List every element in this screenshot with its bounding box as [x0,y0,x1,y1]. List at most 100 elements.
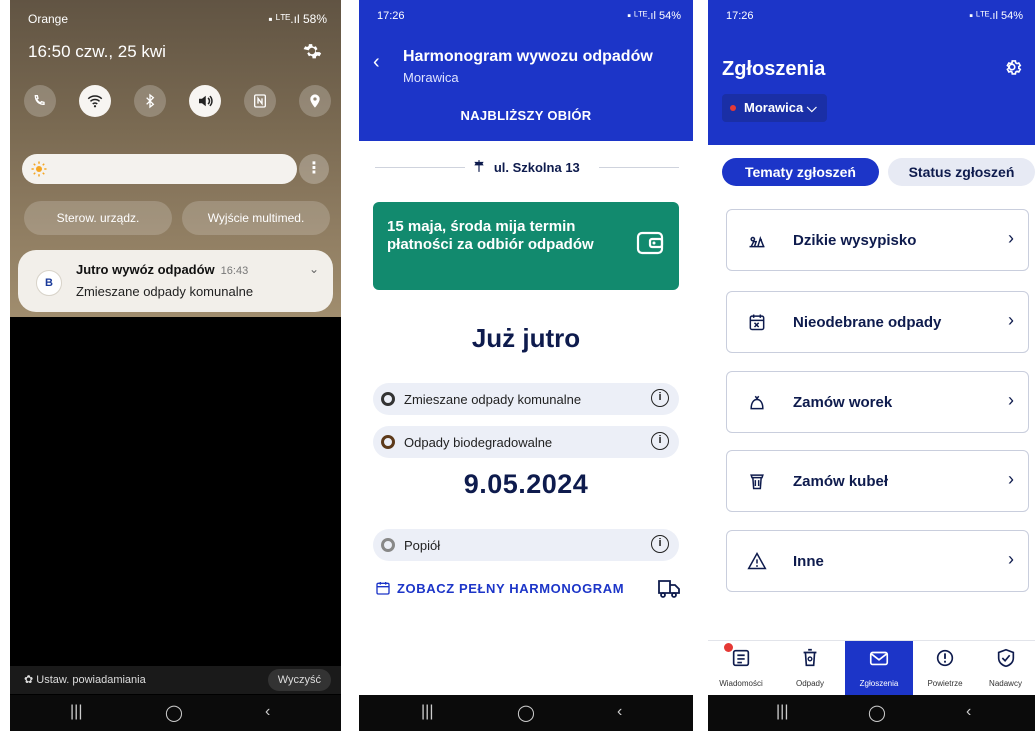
clear-button[interactable]: Wyczyść [267,669,331,691]
banner-text: 15 maja, środa mija termin płatności za … [387,218,594,253]
settings-gear-icon[interactable] [301,40,323,62]
tab-air[interactable]: Powietrze [914,641,976,696]
report-item-label: Inne [793,553,824,570]
back-icon[interactable]: ‹ [966,703,971,721]
chevron-right-icon: › [1008,549,1014,569]
shield-icon [995,647,1017,674]
status-bar: Orange ▪ ᴸᵀᴱ.ıl 58% [28,12,327,28]
settings-gear-icon[interactable] [1001,56,1023,83]
chevron-right-icon: › [1008,228,1014,248]
location-selector[interactable]: Morawica ⌵ [722,94,827,122]
report-item-label: Nieodebrane odpady [793,314,942,331]
tab-status[interactable]: Status zgłoszeń [888,158,1035,186]
recents-icon[interactable]: ||| [421,703,433,721]
address-label[interactable]: ul. Szkolna 13 [359,158,693,175]
info-icon[interactable]: i [651,389,669,407]
mail-icon [868,647,890,674]
location-label: Morawica [744,100,804,115]
waste-row-bio[interactable]: Odpady biodegradowalne i [373,426,679,458]
notification-card[interactable]: B Jutro wywóz odpadów 16:43 Zmieszane odp… [18,250,333,312]
status-time: 17:26 [726,10,754,22]
date-time: 16:50 czw., 25 kwi [28,42,166,61]
page-title: Harmonogram wywozu odpadów [403,48,653,65]
page-subtitle: Morawica [403,70,459,85]
address-text: ul. Szkolna 13 [493,160,580,175]
full-schedule-label: ZOBACZ PEŁNY HARMONOGRAM [397,580,625,596]
garbage-truck-icon [657,578,681,605]
report-item-dump[interactable]: Dzikie wysypisko › [726,209,1029,271]
report-item-missed[interactable]: Nieodebrane odpady › [726,291,1029,353]
more-options-icon[interactable]: ⋮ [299,154,329,184]
back-icon[interactable]: ‹ [265,703,270,721]
full-schedule-link[interactable]: ZOBACZ PEŁNY HARMONOGRAM [375,580,624,599]
sound-icon[interactable] [189,85,221,117]
chevron-right-icon: › [1008,469,1014,489]
status-icons: ▪ ᴸᵀᴱ.ıl 54% [627,10,681,22]
tab-senders[interactable]: Nadawcy [976,641,1035,696]
tab-news[interactable]: Wiadomości [708,641,774,696]
next-date: 9.05.2024 [463,469,589,499]
location-dot [730,105,736,111]
report-item-label: Zamów kubeł [793,473,889,490]
bottom-tab-bar: Wiadomości Odpady Zgłoszenia Powietrze N… [708,640,1035,696]
news-icon [730,647,752,674]
waste-label: Zmieszane odpady komunalne [404,392,582,407]
chevron-down-icon[interactable]: ⌄ [309,262,319,276]
phone-schedule: 17:26 ▪ ᴸᵀᴱ.ıl 54% ‹ Harmonogram wywozu … [359,0,693,731]
tab-label: Wiadomości [719,679,763,688]
tomorrow-heading: Już jutro [471,323,581,353]
phone-wifi-icon[interactable] [24,85,56,117]
location-icon[interactable] [299,85,331,117]
info-icon[interactable]: i [651,535,669,553]
status-bar: 17:26 ▪ ᴸᵀᴱ.ıl 54% [377,10,681,24]
payment-banner[interactable]: 15 maja, środa mija termin płatności za … [373,202,679,290]
waste-type-dot [381,538,395,552]
bluetooth-icon[interactable] [134,85,166,117]
waste-row-ash[interactable]: Popiół i [373,529,679,561]
bag-icon [747,392,767,417]
waste-type-dot [381,392,395,406]
quick-settings-row [24,85,331,117]
notification-settings-label: Ustaw. powiadamiania [36,674,146,686]
home-icon[interactable]: ◯ [165,703,183,723]
home-icon[interactable]: ◯ [868,703,886,723]
warning-icon [747,551,767,576]
brightness-slider[interactable] [22,154,297,184]
recents-icon[interactable]: ||| [70,703,82,721]
nfc-icon[interactable] [244,85,276,117]
notification-settings-button[interactable]: ✿ Ustaw. powiadamiania [24,673,146,686]
back-arrow-icon[interactable]: ‹ [373,52,380,72]
system-nav-bar: ||| ◯ ‹ [10,695,341,731]
wifi-icon[interactable] [79,85,111,117]
carrier-label: Orange [28,12,69,26]
app-logo-icon: B [36,270,62,296]
waste-row-mixed[interactable]: Zmieszane odpady komunalne i [373,383,679,415]
back-icon[interactable]: ‹ [617,703,622,721]
tab-next-pickup[interactable]: NAJBLIŻSZY OBIÓR [359,108,693,123]
report-item-label: Dzikie wysypisko [793,232,917,249]
device-control-button[interactable]: Sterow. urządz. [24,201,172,235]
report-item-other[interactable]: Inne › [726,530,1029,592]
tab-label: Powietrze [927,679,963,688]
report-item-bin[interactable]: Zamów kubeł › [726,450,1029,512]
notification-time: 16:43 [220,265,249,277]
notification-title: Jutro wywóz odpadów 16:43 [76,262,248,277]
waste-type-dot [381,435,395,449]
recents-icon[interactable]: ||| [776,703,788,721]
signpost-icon [472,160,494,175]
alert-cloud-icon [934,647,956,674]
media-output-button[interactable]: Wyjście multimed. [182,201,330,235]
calendar-x-icon [747,312,767,337]
status-icons: ▪ ᴸᵀᴱ.ıl 58% [268,12,327,26]
tab-waste[interactable]: Odpady [776,641,844,696]
status-time: 17:26 [377,10,405,22]
tab-label: Zgłoszenia [859,679,899,688]
report-item-bag[interactable]: Zamów worek › [726,371,1029,433]
tab-reports[interactable]: Zgłoszenia [845,641,913,696]
tab-topics[interactable]: Tematy zgłoszeń [722,158,879,186]
info-icon[interactable]: i [651,432,669,450]
home-icon[interactable]: ◯ [517,703,535,723]
chevron-down-icon: ⌵ [806,100,817,115]
reports-header: 17:26 ▪ ᴸᵀᴱ.ıl 54% Zgłoszenia Morawica ⌵ [708,0,1035,145]
report-item-label: Zamów worek [793,394,893,411]
